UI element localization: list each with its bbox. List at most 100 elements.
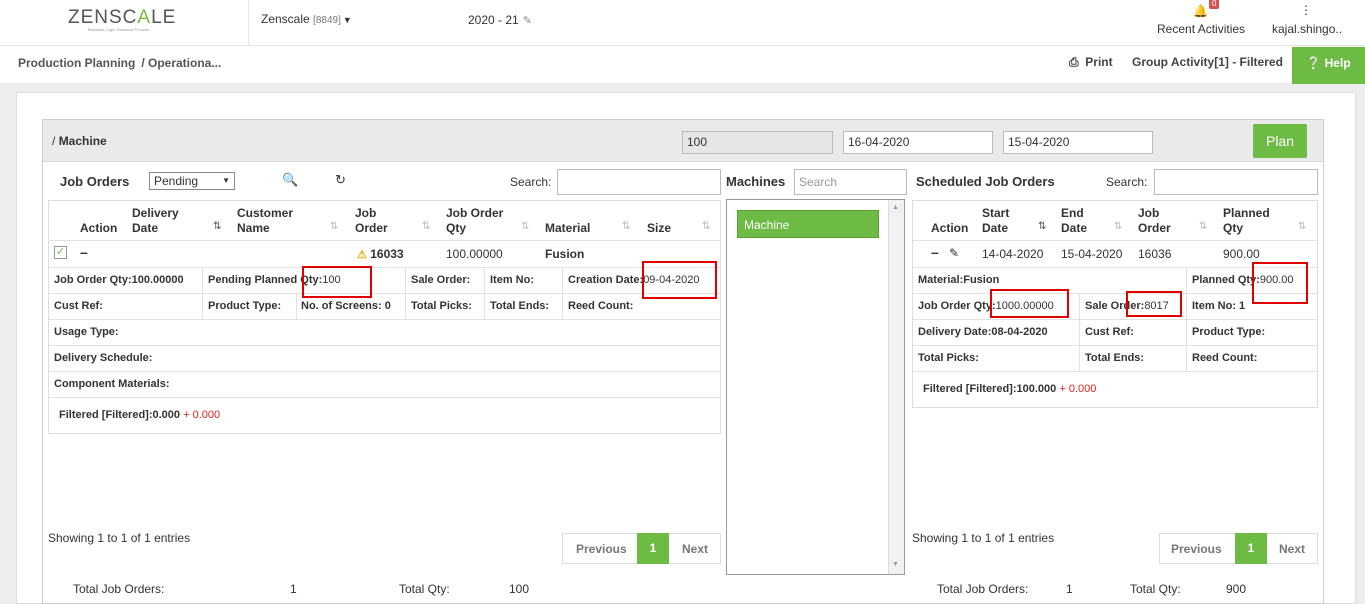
previous-button[interactable]: Previous — [1171, 542, 1222, 556]
machines-list — [726, 199, 905, 575]
detail-delivery-schedule: Delivery Schedule: — [54, 352, 153, 364]
divider — [484, 268, 485, 320]
status-value: Pending — [154, 174, 199, 188]
divider — [1079, 294, 1080, 372]
sort-active-icon[interactable]: ⇅ — [1038, 221, 1046, 232]
sort-icon[interactable]: ⇅ — [422, 221, 430, 232]
machine-list-item[interactable]: Machine — [737, 210, 879, 238]
refresh-icon[interactable]: ↻ — [335, 172, 346, 188]
col-job-order[interactable]: Job Order — [355, 206, 395, 236]
help-label: Help — [1324, 56, 1351, 70]
breadcrumb-production-planning[interactable]: Production Planning — [18, 56, 135, 70]
detail-usage-type: Usage Type: — [54, 326, 119, 338]
sort-icon[interactable]: ⇅ — [1199, 221, 1207, 232]
user-menu[interactable]: kajal.shingo.. — [1272, 22, 1342, 36]
row-checkbox[interactable]: ✓ — [54, 246, 67, 259]
print-button[interactable]: ⎙ Print — [1069, 55, 1113, 70]
help-icon: ❔ — [1306, 56, 1322, 70]
left-total-qty-value: 100 — [509, 582, 530, 596]
col-size[interactable]: Size — [647, 221, 671, 235]
bell-icon[interactable]: 🔔 — [1193, 4, 1208, 18]
sort-active-icon[interactable]: ⇅ — [213, 221, 221, 232]
col-job-order-qty[interactable]: Job Order Qty — [446, 206, 516, 236]
edit-icon[interactable]: ✎ — [949, 246, 959, 260]
title-prefix: / — [52, 134, 56, 148]
date-to-field[interactable]: 15-04-2020 — [1003, 131, 1153, 154]
logo-tagline: Business Logic. Business Process. — [88, 27, 151, 32]
detail-total-picks: Total Picks: — [411, 300, 472, 312]
previous-button[interactable]: Previous — [576, 542, 627, 556]
divider — [202, 268, 203, 320]
col-planned-qty[interactable]: Planned Qty — [1223, 206, 1273, 236]
col-action[interactable]: Action — [931, 221, 968, 235]
col-customer-name[interactable]: Customer Name — [237, 206, 307, 236]
scroll-up-icon[interactable]: ▲ — [892, 204, 899, 211]
logo[interactable]: ZENSCALE — [68, 7, 176, 29]
panel-title-text: Machine — [58, 134, 107, 148]
page-1-button[interactable]: 1 — [637, 533, 669, 564]
scroll-down-icon[interactable]: ▼ — [892, 561, 899, 568]
planned-qty-label: Planned Qty: — [1192, 274, 1260, 286]
date-from-field[interactable]: 16-04-2020 — [843, 131, 993, 154]
collapse-icon[interactable]: – — [80, 244, 88, 260]
year-selector[interactable]: 2020 - 21 ✎ — [468, 13, 532, 27]
creation-date-label: Creation Date: — [568, 274, 644, 286]
more-vert-icon[interactable]: ⋮ — [1300, 3, 1312, 17]
col-start-date[interactable]: Start Date — [982, 206, 1032, 236]
filtered-plus: + 0.000 — [183, 409, 221, 421]
top-bar: ZENSCALE Business Logic. Business Proces… — [0, 0, 1365, 46]
right-showing-entries: Showing 1 to 1 of 1 entries — [912, 531, 1055, 545]
detail-item-no: Item No: 1 — [1192, 300, 1246, 312]
company-selector[interactable]: Zenscale [8849] ▼ — [261, 12, 352, 26]
machines-title: Machines — [726, 174, 786, 189]
edit-icon[interactable]: ✎ — [523, 15, 532, 27]
detail-cust-ref: Cust Ref: — [54, 300, 103, 312]
detail-cust-ref: Cust Ref: — [1085, 326, 1134, 338]
breadcrumb-operational[interactable]: / Operationa... — [141, 56, 221, 70]
recent-activities[interactable]: Recent Activities — [1157, 22, 1245, 36]
sort-icon[interactable]: ⇅ — [1298, 221, 1306, 232]
year-label: 2020 - 21 — [468, 13, 519, 27]
filtered-value: Filtered [Filtered]:100.000 — [923, 383, 1057, 395]
machines-scrollbar[interactable] — [888, 200, 904, 574]
sort-icon[interactable]: ⇅ — [1114, 221, 1122, 232]
scheduled-search-input[interactable] — [1154, 169, 1318, 195]
divider — [49, 397, 720, 398]
divider — [913, 240, 1317, 241]
left-showing-entries: Showing 1 to 1 of 1 entries — [48, 531, 191, 545]
job-orders-search-input[interactable] — [557, 169, 721, 195]
right-pagination: Previous 1 Next — [1159, 533, 1318, 564]
divider — [296, 294, 297, 320]
sort-icon[interactable]: ⇅ — [622, 221, 630, 232]
table-row-job-order: 16036 — [1138, 247, 1172, 261]
sort-icon[interactable]: ⇅ — [702, 221, 710, 232]
detail-no-of-screens: No. of Screens: 0 — [301, 300, 391, 312]
highlight-box — [642, 261, 717, 299]
help-button[interactable]: ❔ Help — [1292, 47, 1365, 84]
filtered-value: Filtered [Filtered]:0.000 — [59, 409, 181, 421]
scheduled-job-orders-title: Scheduled Job Orders — [916, 174, 1055, 189]
company-code: [8849] — [313, 15, 341, 26]
next-button[interactable]: Next — [1279, 542, 1305, 556]
page-1-button[interactable]: 1 — [1235, 533, 1267, 564]
quantity-field[interactable]: 100 — [682, 131, 833, 154]
collapse-icon[interactable]: – — [931, 244, 939, 260]
plan-button[interactable]: Plan — [1253, 124, 1307, 158]
col-material[interactable]: Material — [545, 221, 590, 235]
machines-search-input[interactable]: Search — [794, 169, 907, 195]
print-label: Print — [1085, 55, 1113, 69]
col-delivery-date[interactable]: Delivery Date — [132, 206, 192, 236]
col-job-order[interactable]: Job Order — [1138, 206, 1178, 236]
next-button[interactable]: Next — [682, 542, 708, 556]
col-end-date[interactable]: End Date — [1061, 206, 1101, 236]
search-icon[interactable]: 🔍 — [282, 172, 298, 188]
sort-icon[interactable]: ⇅ — [330, 221, 338, 232]
group-activity[interactable]: Group Activity[1] - Filtered — [1132, 55, 1283, 69]
notification-badge: 0 — [1209, 0, 1220, 9]
divider — [49, 240, 720, 241]
sort-icon[interactable]: ⇅ — [521, 221, 529, 232]
divider — [49, 371, 720, 372]
col-action[interactable]: Action — [80, 221, 117, 235]
highlight-box — [302, 266, 372, 298]
status-select[interactable]: Pending ▼ — [149, 172, 235, 190]
